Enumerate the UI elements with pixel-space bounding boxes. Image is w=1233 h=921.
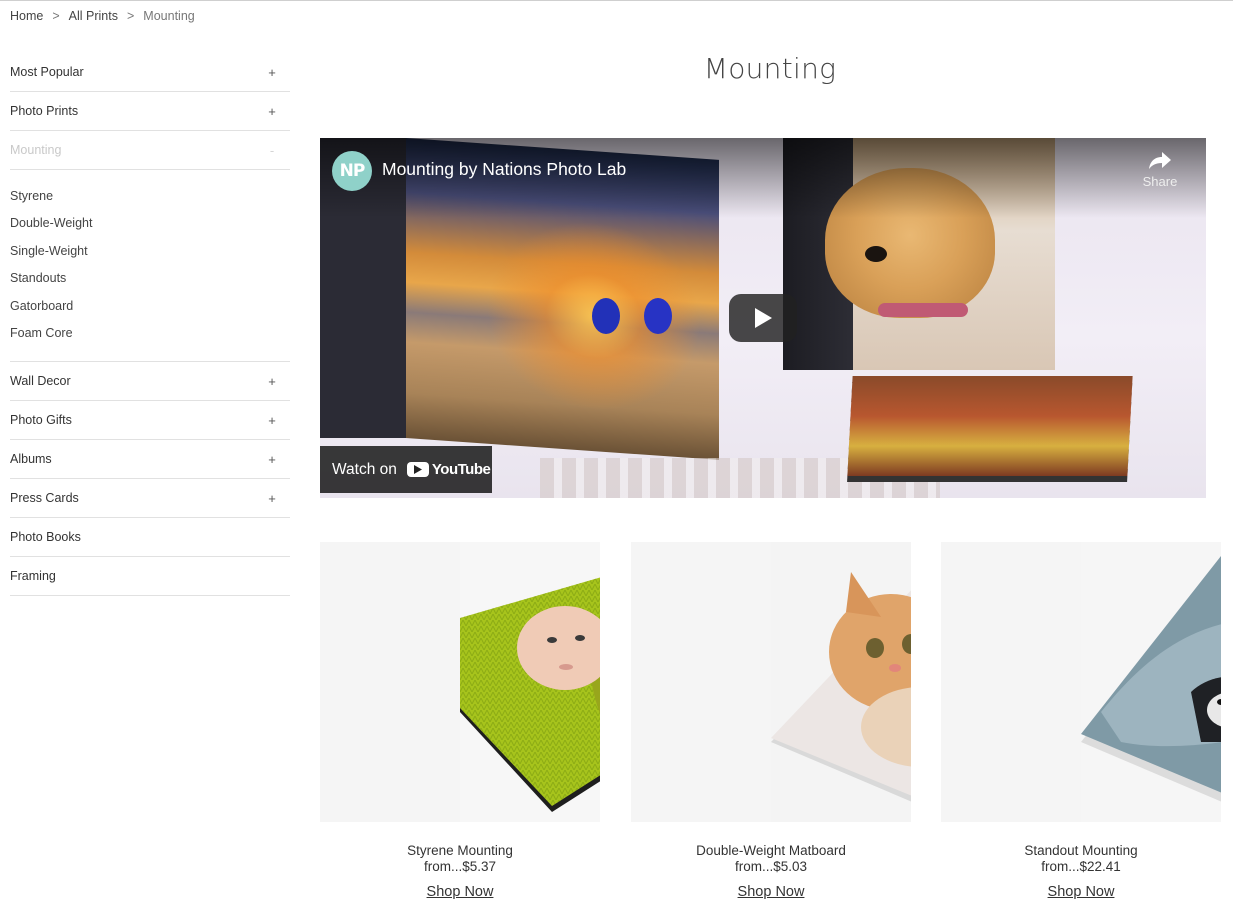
- breadcrumb: Home > All Prints > Mounting: [10, 9, 195, 23]
- product-image[interactable]: [320, 542, 600, 822]
- submenu-item-foam-core[interactable]: Foam Core: [10, 320, 290, 348]
- youtube-video-embed[interactable]: NP Mounting by Nations Photo Lab Share W…: [320, 138, 1206, 498]
- product-name: Styrene Mounting: [407, 843, 513, 858]
- submenu-item-styrene[interactable]: Styrene: [10, 182, 290, 210]
- youtube-logo: YouTube: [406, 461, 491, 478]
- product-price: from...$22.41: [1041, 859, 1121, 874]
- sidebar-item-label: Most Popular: [10, 65, 84, 79]
- husky-print-artwork: [1081, 542, 1221, 822]
- cat-print-artwork: [771, 542, 911, 822]
- sidebar-item-label: Framing: [10, 569, 56, 583]
- channel-logo[interactable]: NP: [332, 151, 372, 191]
- video-title[interactable]: Mounting by Nations Photo Lab: [382, 159, 626, 180]
- submenu-item-gatorboard[interactable]: Gatorboard: [10, 292, 290, 320]
- page-title: Mounting: [703, 52, 837, 85]
- expand-icon[interactable]: +: [264, 491, 280, 506]
- submenu-item-single-weight[interactable]: Single-Weight: [10, 237, 290, 265]
- breadcrumb-separator: >: [126, 9, 135, 23]
- sidebar-item-photo-prints[interactable]: Photo Prints +: [10, 92, 290, 131]
- product-price: from...$5.37: [423, 859, 497, 874]
- product-card-standout: Standout Mounting from...$22.41 Shop Now: [941, 542, 1221, 901]
- product-price: from...$5.03: [734, 859, 808, 874]
- breadcrumb-home[interactable]: Home: [10, 9, 43, 23]
- sidebar-item-label: Wall Decor: [10, 374, 71, 388]
- baby-print-artwork: [460, 542, 600, 822]
- submenu-item-standouts[interactable]: Standouts: [10, 265, 290, 293]
- sidebar-item-press-cards[interactable]: Press Cards +: [10, 479, 290, 518]
- breadcrumb-all-prints[interactable]: All Prints: [69, 9, 118, 23]
- share-icon: [1149, 152, 1171, 169]
- sidebar-item-wall-decor[interactable]: Wall Decor +: [10, 362, 290, 401]
- submenu-item-double-weight[interactable]: Double-Weight: [10, 210, 290, 238]
- youtube-play-icon: [406, 462, 429, 477]
- expand-icon[interactable]: +: [264, 65, 280, 80]
- mounting-submenu: Styrene Double-Weight Single-Weight Stan…: [10, 170, 290, 362]
- sidebar-item-label: Photo Gifts: [10, 413, 72, 427]
- expand-icon[interactable]: +: [264, 452, 280, 467]
- sidebar-item-label: Photo Books: [10, 530, 81, 544]
- sidebar-item-most-popular[interactable]: Most Popular +: [10, 53, 290, 92]
- sidebar-item-label: Press Cards: [10, 491, 79, 505]
- breadcrumb-current: Mounting: [143, 9, 195, 23]
- watch-on-youtube-button[interactable]: Watch on YouTube: [320, 446, 492, 493]
- collapse-icon[interactable]: -: [264, 143, 280, 158]
- video-thumbnail-collar: [878, 303, 968, 317]
- video-thumbnail-portrait-print: [847, 376, 1133, 476]
- play-icon: [755, 308, 772, 328]
- top-border: [0, 0, 1233, 1]
- share-button[interactable]: Share: [1132, 150, 1188, 189]
- breadcrumb-separator: >: [52, 9, 60, 23]
- youtube-wordmark: YouTube: [431, 461, 491, 478]
- video-thumbnail-dog-nose: [865, 246, 887, 262]
- product-name: Standout Mounting: [1024, 843, 1138, 858]
- category-sidebar: Most Popular + Photo Prints + Mounting -…: [10, 53, 290, 596]
- watch-on-label: Watch on: [332, 460, 397, 478]
- sidebar-item-mounting[interactable]: Mounting -: [10, 131, 290, 170]
- expand-icon[interactable]: +: [264, 104, 280, 119]
- product-image[interactable]: [941, 542, 1221, 822]
- sidebar-item-framing[interactable]: Framing: [10, 557, 290, 596]
- shop-now-link[interactable]: Shop Now: [738, 884, 805, 900]
- sidebar-item-photo-books[interactable]: Photo Books: [10, 518, 290, 557]
- sidebar-item-label: Mounting: [10, 143, 62, 157]
- shop-now-link[interactable]: Shop Now: [1048, 884, 1115, 900]
- shop-now-link[interactable]: Shop Now: [427, 884, 494, 900]
- sidebar-item-albums[interactable]: Albums +: [10, 440, 290, 479]
- sidebar-item-photo-gifts[interactable]: Photo Gifts +: [10, 401, 290, 440]
- sidebar-item-label: Photo Prints: [10, 104, 79, 118]
- sidebar-item-label: Albums: [10, 452, 52, 466]
- share-label: Share: [1142, 174, 1178, 189]
- product-image[interactable]: [631, 542, 911, 822]
- product-card-styrene: Styrene Mounting from...$5.37 Shop Now: [320, 542, 600, 901]
- product-card-double-weight: Double-Weight Matboard from...$5.03 Shop…: [631, 542, 911, 901]
- expand-icon[interactable]: +: [264, 413, 280, 428]
- video-thumbnail-bike: [592, 298, 620, 334]
- expand-icon[interactable]: +: [264, 374, 280, 389]
- product-name: Double-Weight Matboard: [696, 843, 846, 858]
- play-button[interactable]: [729, 294, 797, 342]
